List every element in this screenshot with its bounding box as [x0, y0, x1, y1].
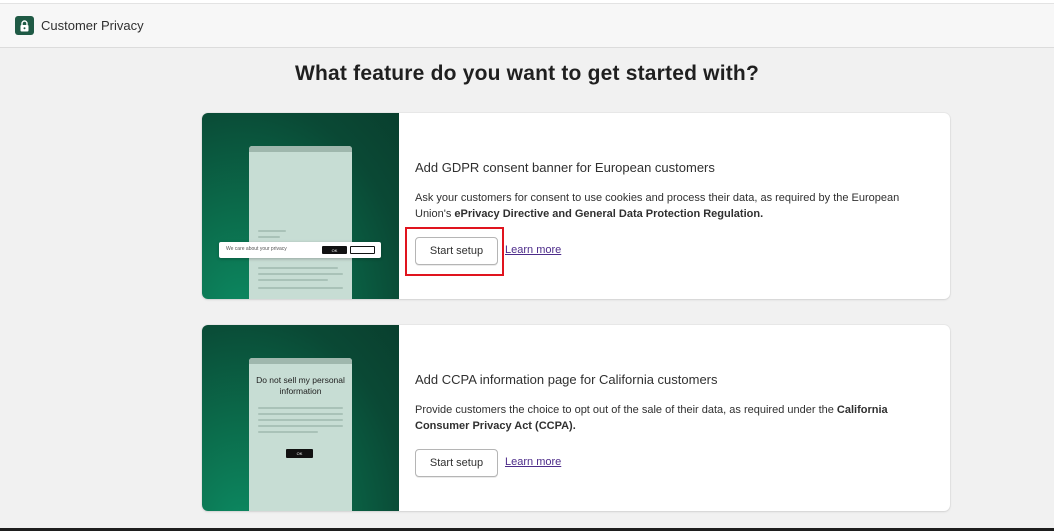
- phone-ok-button: OK: [286, 449, 313, 458]
- ccpa-illustration: Do not sell my personal information OK: [202, 325, 399, 511]
- banner-decline-button: [350, 246, 375, 254]
- gdpr-card-title: Add GDPR consent banner for European cus…: [415, 160, 715, 175]
- banner-text: We care about your privacy: [226, 246, 287, 252]
- ccpa-card-description: Provide customers the choice to opt out …: [415, 404, 888, 432]
- gdpr-illustration: We care about your privacy OK: [202, 113, 399, 299]
- gdpr-feature-card: We care about your privacy OK Add GDPR c…: [202, 113, 950, 299]
- ccpa-feature-card: Do not sell my personal information OK A…: [202, 325, 950, 511]
- page-title: What feature do you want to get started …: [294, 62, 759, 85]
- phone-mockup: Do not sell my personal information OK: [249, 358, 352, 511]
- lock-icon: [15, 16, 34, 35]
- phone-heading: Do not sell my personal information: [256, 375, 345, 396]
- ccpa-card-title: Add CCPA information page for California…: [415, 372, 718, 387]
- app-title: Customer Privacy: [41, 18, 144, 33]
- ccpa-start-setup-button[interactable]: Start setup: [415, 449, 498, 477]
- gdpr-start-setup-button[interactable]: Start setup: [415, 237, 498, 265]
- banner-ok-button: OK: [322, 246, 347, 254]
- ccpa-learn-more-link[interactable]: Learn more: [505, 456, 561, 468]
- consent-banner-preview: We care about your privacy OK: [219, 242, 381, 258]
- gdpr-card-description: Ask your customers for consent to use co…: [415, 192, 900, 220]
- app-header: Customer Privacy: [0, 4, 1054, 48]
- gdpr-learn-more-link[interactable]: Learn more: [505, 244, 561, 256]
- phone-mockup: [249, 146, 352, 299]
